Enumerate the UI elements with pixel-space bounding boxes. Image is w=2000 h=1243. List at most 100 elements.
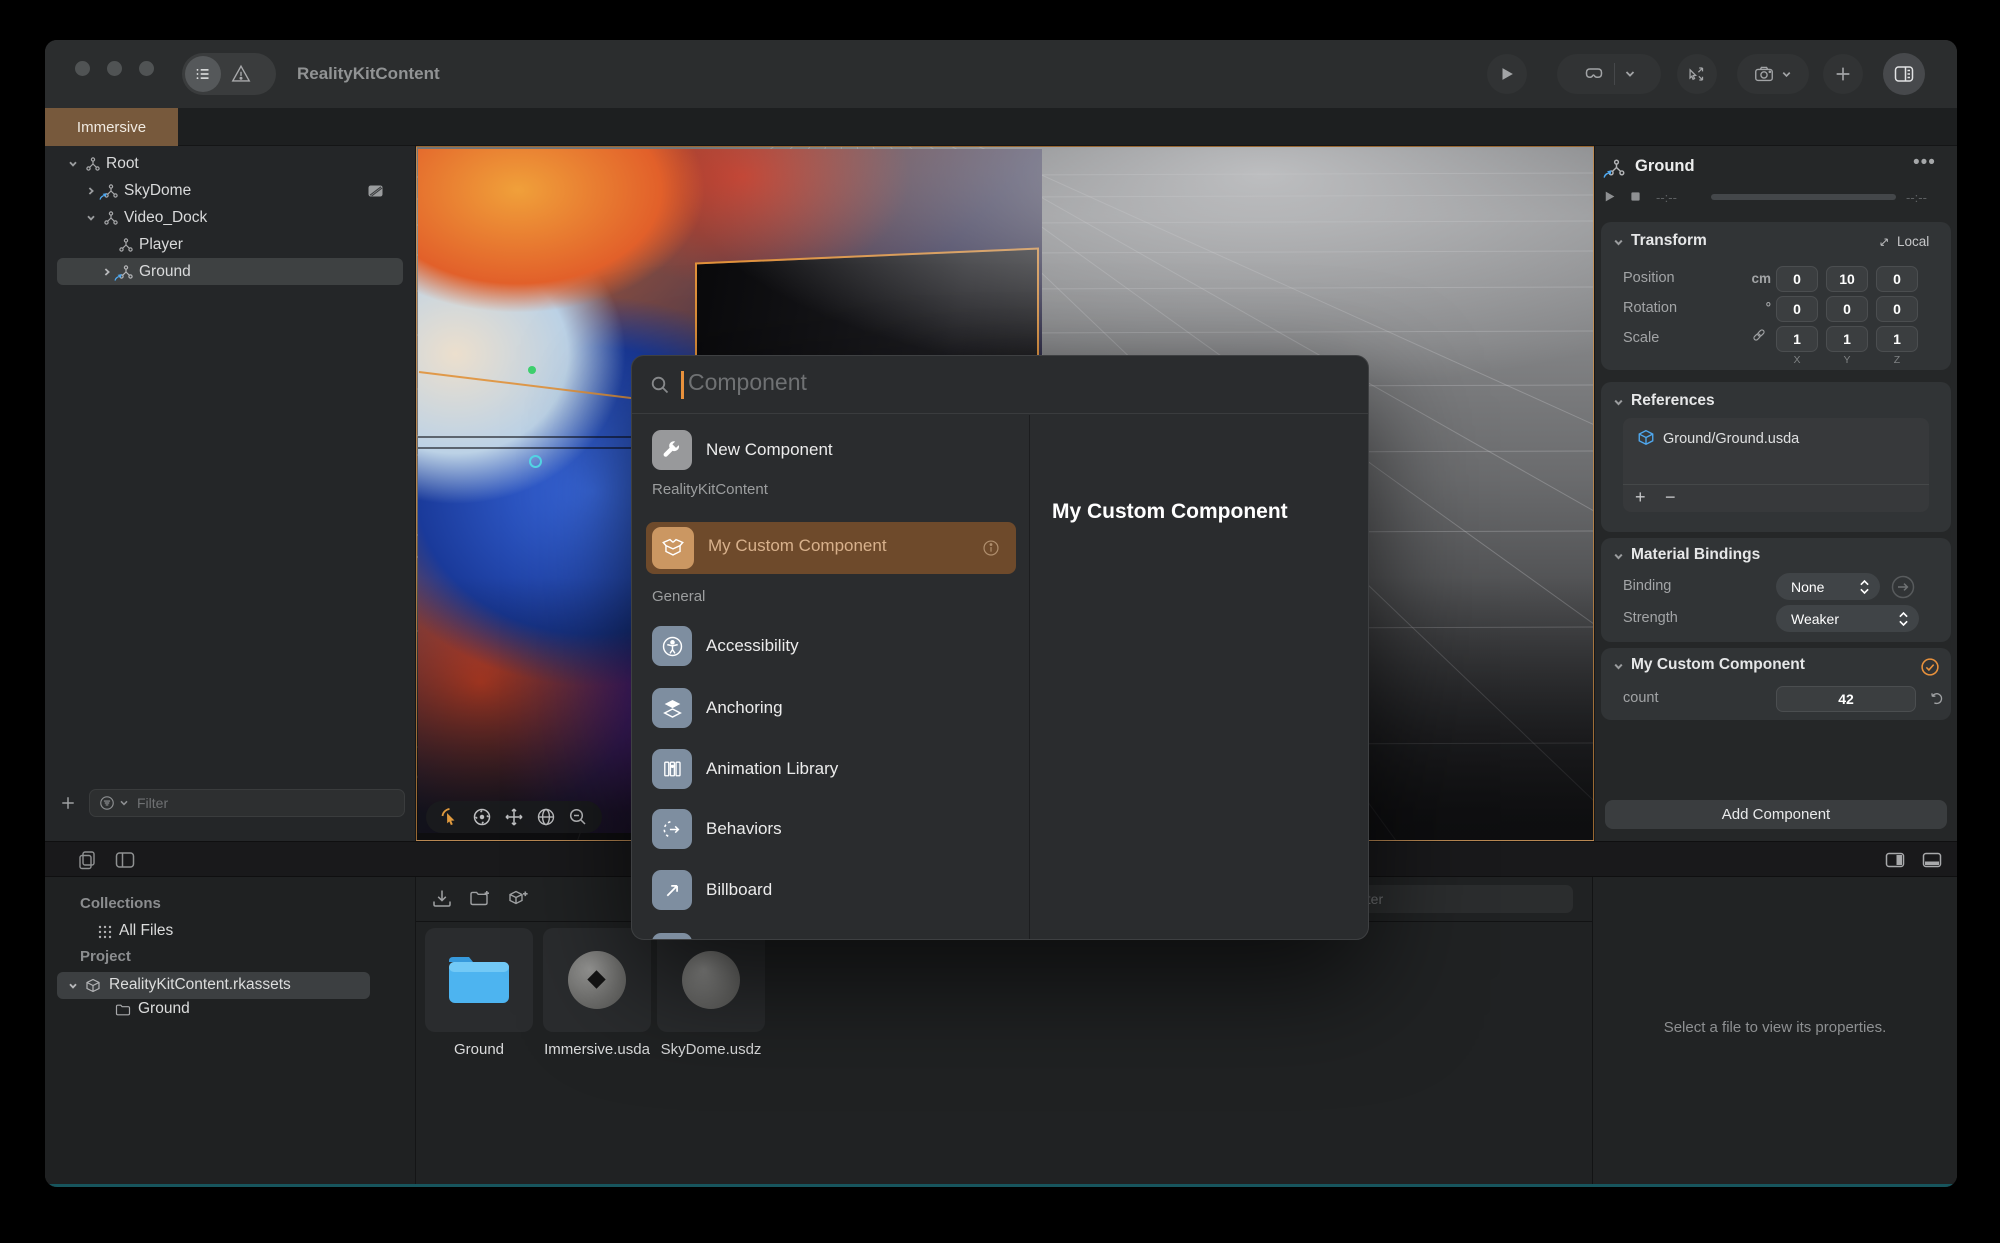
snapshot-button[interactable]	[1737, 54, 1809, 94]
hierarchy-filter-field[interactable]	[89, 789, 405, 817]
add-component-button[interactable]: Add Component	[1605, 800, 1947, 829]
new-folder-icon[interactable]	[468, 887, 492, 911]
list-item-partial[interactable]	[652, 933, 692, 940]
assign-binding-icon[interactable]	[1889, 573, 1917, 601]
component-item-my-custom-component[interactable]: My Custom Component	[646, 522, 1016, 574]
tree-row-video-dock[interactable]: Video_Dock	[45, 204, 416, 231]
disclosure-down-icon[interactable]	[68, 159, 78, 169]
add-entity-icon[interactable]	[59, 794, 77, 812]
rkassets-row[interactable]: RealityKitContent.rkassets	[57, 972, 370, 999]
position-z-field[interactable]: 0	[1876, 266, 1918, 292]
blue-folder-icon	[445, 953, 513, 1007]
count-field[interactable]: 42	[1776, 686, 1916, 712]
tree-row-ground[interactable]: Ground	[45, 258, 416, 285]
axis-label-x: X	[1776, 354, 1818, 366]
playback-stop-icon[interactable]	[1628, 189, 1643, 204]
scale-y-field[interactable]: 1	[1826, 326, 1868, 352]
component-search-input[interactable]	[688, 369, 1248, 396]
timeline-slider[interactable]	[1711, 194, 1896, 200]
play-button[interactable]	[1487, 54, 1527, 94]
hidden-eye-icon[interactable]	[368, 185, 383, 197]
chevron-down-icon[interactable]	[1780, 68, 1793, 81]
orbit-tool-icon[interactable]	[471, 806, 493, 828]
remove-reference-button[interactable]: −	[1665, 487, 1676, 508]
plus-icon	[1833, 64, 1853, 84]
time-elapsed: --:--	[1656, 190, 1696, 205]
disclosure-down-icon[interactable]	[86, 213, 96, 223]
disclosure-right-icon[interactable]	[102, 267, 112, 277]
wrench-tile	[652, 430, 692, 470]
hierarchy-filter-input[interactable]	[137, 795, 367, 811]
component-item-label: Animation Library	[706, 759, 838, 779]
tree-label: SkyDome	[124, 182, 191, 200]
panel-right-toggle-icon[interactable]	[1883, 848, 1907, 872]
add-reference-button[interactable]: +	[1635, 487, 1646, 508]
globe-tool-icon[interactable]	[535, 806, 557, 828]
link-scale-icon[interactable]	[1749, 325, 1769, 345]
rotation-y-field[interactable]: 0	[1826, 296, 1868, 322]
tree-label: Ground	[139, 263, 191, 281]
tree-row-skydome[interactable]: SkyDome	[45, 177, 416, 204]
new-object-icon[interactable]	[506, 887, 530, 911]
pages-icon[interactable]	[75, 848, 99, 872]
strength-value: Weaker	[1791, 611, 1839, 627]
component-search-bar[interactable]	[632, 356, 1368, 414]
tab-immersive[interactable]: Immersive	[45, 108, 178, 146]
disclosure-right-icon[interactable]	[86, 186, 96, 196]
more-options-button[interactable]: •••	[1913, 152, 1936, 174]
stepper-icon	[1897, 609, 1910, 629]
disclosure-down-icon[interactable]	[1613, 397, 1624, 408]
files-filter-input[interactable]	[1352, 891, 1552, 907]
component-detail-title: My Custom Component	[1052, 500, 1288, 524]
revert-icon[interactable]	[1927, 689, 1945, 707]
strength-dropdown[interactable]: Weaker	[1776, 605, 1919, 632]
file-tile-immersive[interactable]	[543, 928, 651, 1032]
disclosure-down-icon[interactable]	[68, 981, 78, 991]
local-space-icon	[1875, 233, 1893, 251]
inspector-toggle-button[interactable]	[1883, 53, 1925, 95]
info-icon[interactable]	[980, 537, 1002, 559]
files-filter-field[interactable]	[1340, 885, 1573, 913]
binding-label: Binding	[1623, 578, 1671, 594]
position-x-field[interactable]: 0	[1776, 266, 1818, 292]
volume-pointer-button[interactable]	[1677, 54, 1717, 94]
text-cursor	[681, 371, 684, 399]
file-tile-skydome[interactable]	[657, 928, 765, 1032]
close-window-button[interactable]	[75, 61, 90, 76]
section-title: Transform	[1631, 232, 1707, 250]
import-icon[interactable]	[430, 887, 454, 911]
rotation-z-field[interactable]: 0	[1876, 296, 1918, 322]
scale-x-field[interactable]: 1	[1776, 326, 1818, 352]
binding-dropdown[interactable]: None	[1776, 573, 1880, 600]
file-tile-ground[interactable]	[425, 928, 533, 1032]
space-selector[interactable]: Local	[1897, 234, 1929, 249]
simulator-device-button[interactable]	[1557, 54, 1661, 94]
disclosure-down-icon[interactable]	[1613, 237, 1624, 248]
titlebar: RealityKitContent	[45, 40, 1957, 108]
rotation-x-field[interactable]: 0	[1776, 296, 1818, 322]
scene-list-button[interactable]	[185, 56, 221, 92]
disclosure-down-icon[interactable]	[1613, 551, 1624, 562]
check-circle-icon[interactable]	[1919, 656, 1941, 678]
zoom-tool-icon[interactable]	[567, 806, 589, 828]
position-y-field[interactable]: 10	[1826, 266, 1868, 292]
select-tool-icon[interactable]	[439, 806, 461, 828]
zoom-window-button[interactable]	[139, 61, 154, 76]
chevron-down-icon[interactable]	[1623, 67, 1637, 81]
tree-row-root[interactable]: Root	[45, 150, 416, 177]
panel-bottom-toggle-icon[interactable]	[1920, 848, 1944, 872]
reference-item[interactable]: Ground/Ground.usda	[1663, 431, 1799, 447]
warning-icon[interactable]	[230, 63, 252, 85]
references-section: References Ground/Ground.usda + −	[1601, 382, 1951, 532]
disclosure-down-icon[interactable]	[1613, 661, 1624, 672]
panel-left-icon[interactable]	[113, 848, 137, 872]
scale-z-field[interactable]: 1	[1876, 326, 1918, 352]
tree-row-player[interactable]: Player	[45, 231, 416, 258]
filter-icon	[99, 795, 115, 811]
accessibility-icon	[660, 634, 685, 659]
add-item-button[interactable]	[1823, 54, 1863, 94]
playback-play-icon[interactable]	[1602, 189, 1617, 204]
move-tool-icon[interactable]	[503, 806, 525, 828]
chevron-down-icon[interactable]	[118, 797, 130, 809]
minimize-window-button[interactable]	[107, 61, 122, 76]
